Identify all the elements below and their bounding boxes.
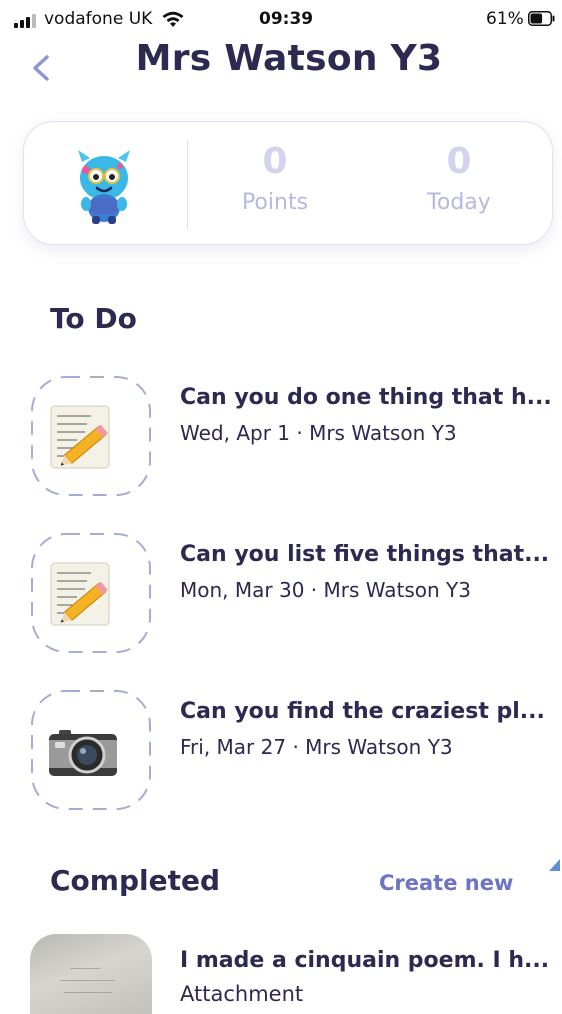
- page-title: Mrs Watson Y3: [135, 38, 443, 79]
- todo-item[interactable]: Can you do one thing that h... Wed, Apr …: [30, 375, 562, 497]
- status-bar: vodafone UK 09:39 61%: [0, 0, 562, 40]
- create-new-link[interactable]: Create new: [379, 871, 513, 895]
- monster-avatar[interactable]: [74, 148, 134, 224]
- signal-icon: [14, 14, 38, 28]
- card-divider: [187, 140, 188, 230]
- clock: 09:39: [259, 9, 314, 29]
- points-label: Points: [241, 190, 309, 215]
- todo-item[interactable]: Can you list five things that... Mon, Ma…: [30, 532, 562, 654]
- today-value: 0: [446, 141, 472, 182]
- completed-item-title: I made a cinquain poem. I h...: [180, 948, 550, 973]
- todo-item-subtitle: Mon, Mar 30 · Mrs Watson Y3: [180, 578, 471, 602]
- wifi-icon: [162, 11, 184, 27]
- stats-card: 0 Points 0 Today: [23, 121, 553, 245]
- today-label: Today: [427, 190, 491, 215]
- todo-item-title: Can you do one thing that h...: [180, 385, 552, 410]
- todo-item-subtitle: Fri, Mar 27 · Mrs Watson Y3: [180, 735, 453, 759]
- memo-pencil-icon: [50, 405, 110, 469]
- todo-item-thumbnail: [30, 689, 152, 811]
- todo-item-title: Can you find the craziest pl...: [180, 699, 545, 724]
- attachment-thumbnail: [30, 934, 152, 1014]
- points-value: 0: [262, 141, 288, 182]
- triangle-marker-icon: [549, 859, 560, 871]
- todo-item-thumbnail: [30, 532, 152, 654]
- battery-icon: [528, 11, 555, 26]
- todo-item[interactable]: Can you find the craziest pl... Fri, Mar…: [30, 689, 562, 811]
- completed-item[interactable]: I made a cinquain poem. I h... Attachmen…: [30, 934, 562, 1014]
- today-stat: 0 Today: [394, 140, 524, 215]
- battery-percent: 61%: [486, 9, 524, 29]
- completed-heading: Completed: [50, 864, 221, 897]
- carrier-name: vodafone UK: [44, 9, 153, 29]
- camera-icon: [49, 730, 117, 776]
- completed-item-subtitle: Attachment: [180, 982, 304, 1006]
- points-stat: 0 Points: [210, 140, 340, 215]
- memo-pencil-icon: [50, 562, 110, 626]
- todo-item-title: Can you list five things that...: [180, 542, 550, 567]
- todo-heading: To Do: [50, 302, 137, 335]
- todo-item-thumbnail: [30, 375, 152, 497]
- todo-item-subtitle: Wed, Apr 1 · Mrs Watson Y3: [180, 421, 457, 445]
